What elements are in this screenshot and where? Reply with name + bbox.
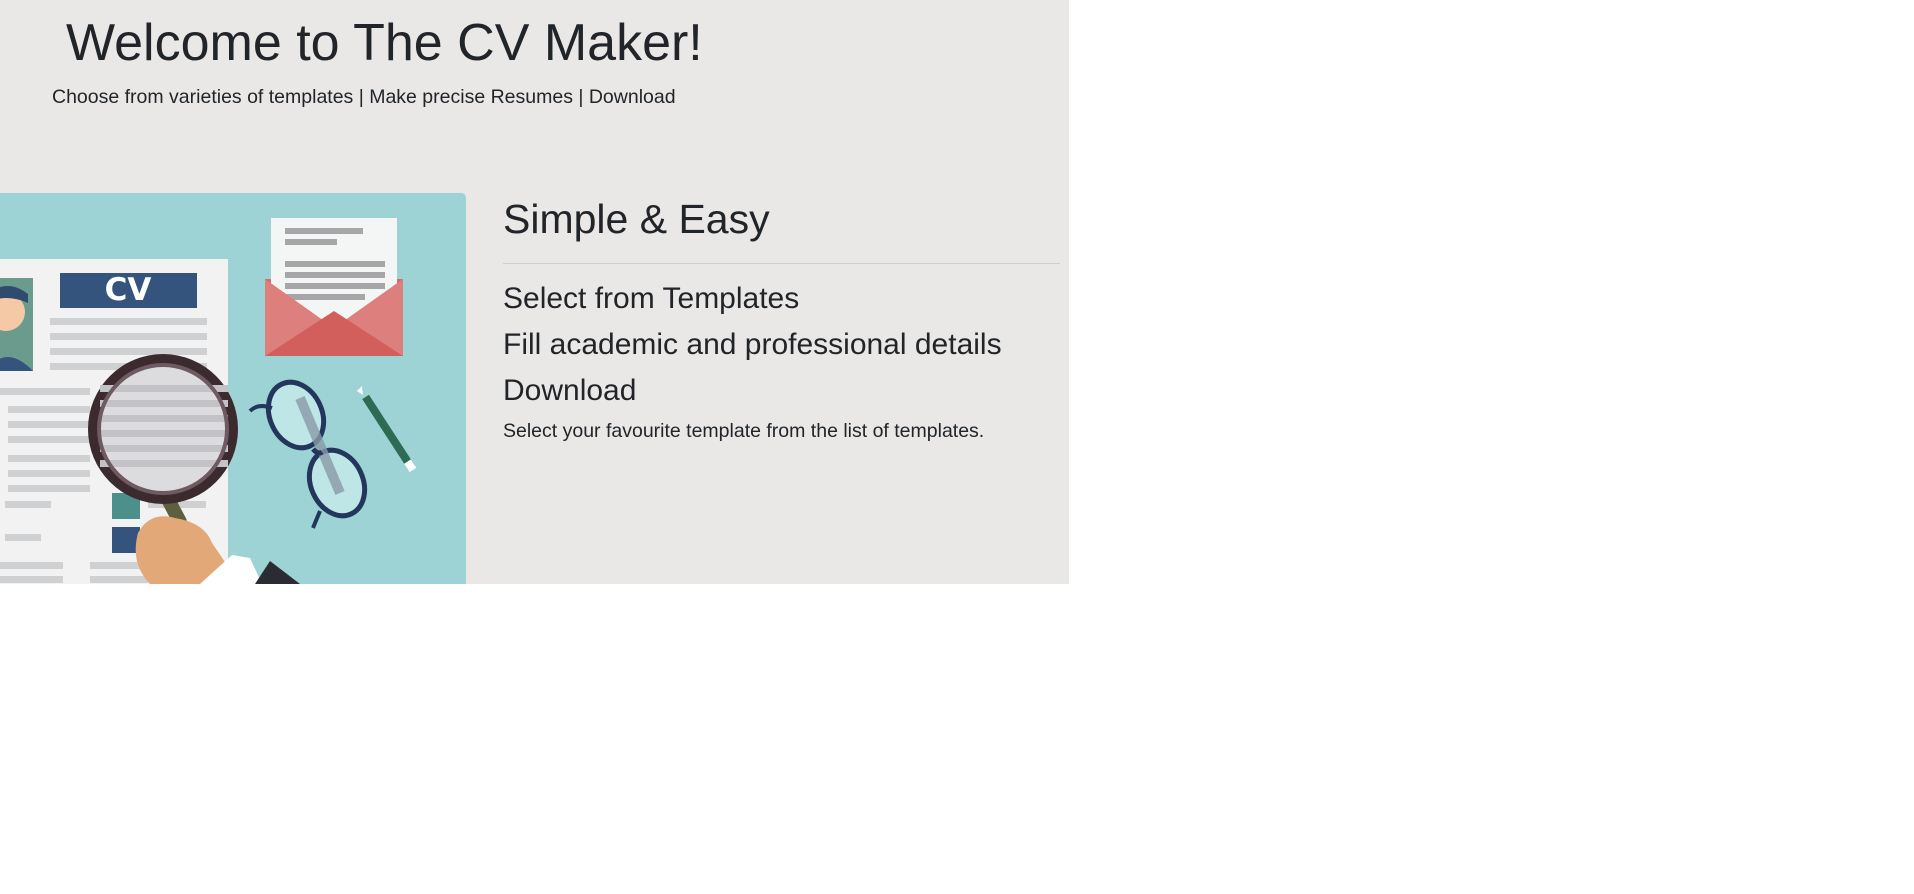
cv-illustration: CV xyxy=(0,193,466,584)
step-select-templates: Select from Templates xyxy=(503,282,800,315)
page-title: Welcome to The CV Maker! xyxy=(66,14,703,72)
envelope-icon xyxy=(265,218,403,356)
step-download: Download xyxy=(503,374,637,407)
hero-section: Welcome to The CV Maker! Choose from var… xyxy=(0,0,1069,584)
hero-subtitle: Choose from varieties of templates | Mak… xyxy=(52,86,676,108)
features-description: Select your favourite template from the … xyxy=(503,420,985,442)
features-heading: Simple & Easy xyxy=(503,196,770,242)
step-fill-details: Fill academic and professional details xyxy=(503,328,1002,361)
features-panel: Simple & Easy Select from Templates Fill… xyxy=(503,190,1060,444)
features-divider xyxy=(503,263,1060,264)
cv-label: CV xyxy=(105,272,152,308)
